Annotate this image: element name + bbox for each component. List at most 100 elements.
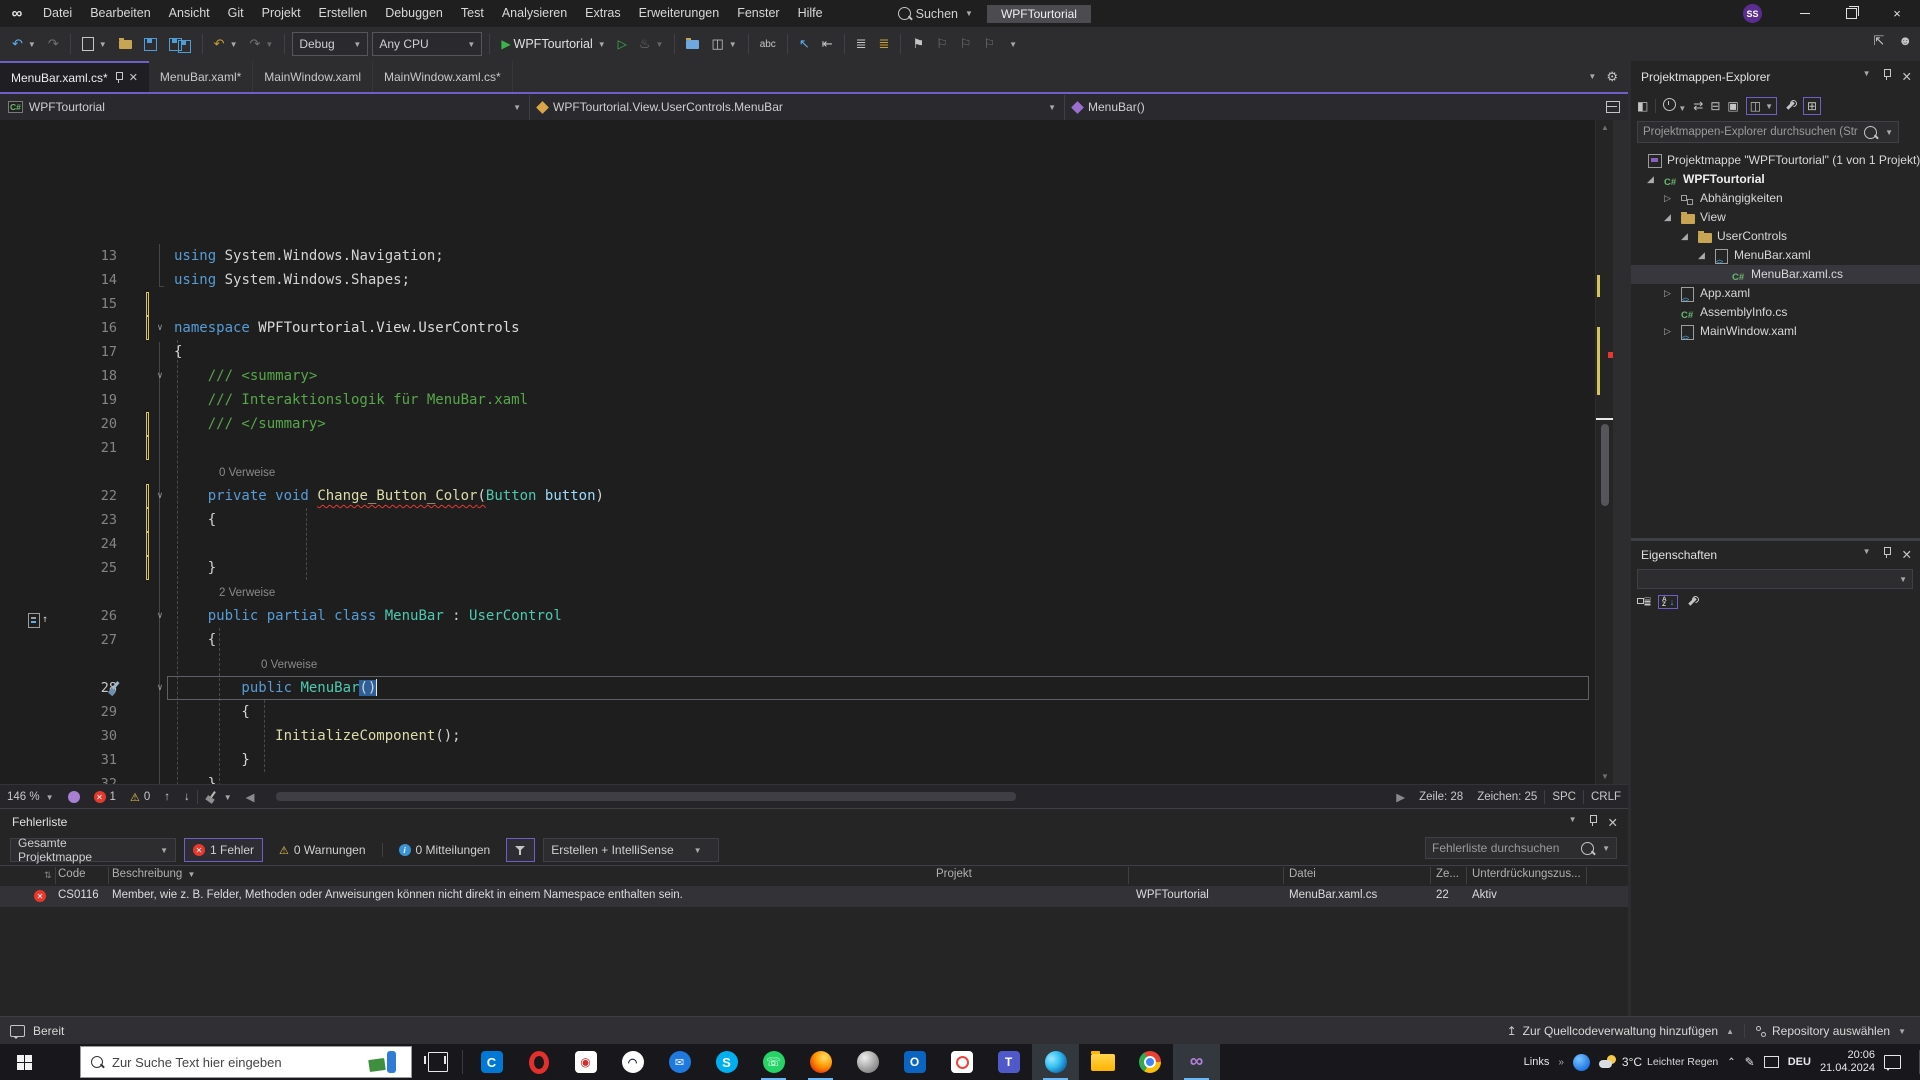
pending-changes-filter-icon[interactable]: ▼ [1663, 98, 1686, 114]
column-header[interactable]: Unterdrückungszus... [1472, 868, 1581, 880]
pin-icon[interactable] [1883, 69, 1891, 80]
tree-item-menubar-xaml[interactable]: ◢ MenuBar.xaml [1631, 246, 1920, 272]
file-nesting-icon[interactable]: ◫ ▼ [1745, 97, 1777, 115]
navigate-forward-button[interactable]: ↷ [44, 32, 63, 56]
menu-item-datei[interactable]: Datei [34, 0, 81, 27]
select-repository-button[interactable]: Repository auswählen ▼ [1755, 1024, 1906, 1038]
live-share-icon[interactable]: ⇱ [1873, 33, 1884, 49]
code-line[interactable]: 18 ∨ /// <summary> [0, 364, 1595, 388]
code-health-icon[interactable] [61, 785, 87, 809]
code-line[interactable]: 20 /// </summary> [0, 412, 1595, 436]
codelens-references[interactable]: 2 Verweise [219, 581, 275, 605]
clear-bookmarks-button[interactable]: ⚐ [979, 32, 999, 56]
restore-button[interactable] [1828, 0, 1874, 27]
collapse-chevron-icon[interactable]: ∨ [152, 484, 168, 508]
tab-mainwindowxamlcs[interactable]: MainWindow.xaml.cs* [373, 61, 513, 92]
code-line[interactable]: ↑ 26 ∨ public partial class MenuBar : User… [0, 604, 1595, 628]
taskbar-app-edge[interactable] [1032, 1044, 1079, 1080]
tab-menubarxaml[interactable]: MenuBar.xaml* [149, 61, 254, 92]
breadcrumb-project[interactable]: C# WPFTourtorial ▼ [0, 94, 530, 120]
code-line[interactable]: 24 [0, 532, 1595, 556]
code-line[interactable]: 21 [0, 436, 1595, 460]
taskbar-app-sphere-app[interactable] [844, 1044, 891, 1080]
code-line[interactable]: 30 InitializeComponent(); [0, 724, 1595, 748]
menu-item-fenster[interactable]: Fenster [728, 0, 788, 27]
close-icon[interactable]: ✕ [1902, 547, 1912, 562]
menu-item-git[interactable]: Git [219, 0, 253, 27]
display-icon[interactable] [1763, 1056, 1779, 1068]
code-line[interactable]: 23 { [0, 508, 1595, 532]
toolbar-overflow-button[interactable]: ▼ [1003, 32, 1021, 56]
pin-icon[interactable] [115, 72, 123, 83]
menu-item-projekt[interactable]: Projekt [253, 0, 310, 27]
close-icon[interactable]: ✕ [1608, 815, 1618, 830]
code-line[interactable]: 25 } [0, 556, 1595, 580]
previous-issue-button[interactable]: ↑ [157, 785, 177, 809]
menu-item-bearbeiten[interactable]: Bearbeiten [81, 0, 159, 27]
alphabetical-sort-icon[interactable]: A Z ↓ [1658, 595, 1679, 609]
next-bookmark-button[interactable]: ⚐ [956, 32, 976, 56]
code-line[interactable]: 17 { [0, 340, 1595, 364]
link-favicon[interactable] [1572, 1053, 1590, 1071]
chevron-expanded-icon[interactable]: ◢ [1681, 227, 1688, 246]
hscrollbar-thumb[interactable] [275, 792, 1016, 801]
collapse-chevron-icon[interactable]: ∨ [152, 604, 168, 628]
tree-item-mainwindow-xaml[interactable]: ▷ MainWindow.xaml [1631, 322, 1920, 348]
pin-icon[interactable] [1589, 815, 1597, 826]
warnings-filter-button[interactable]: ⚠ 0 Warnungen [271, 839, 373, 861]
collapse-all-icon[interactable]: ⊟ [1710, 99, 1720, 113]
chevron-collapsed-icon[interactable]: ▷ [1664, 322, 1671, 341]
codelens-references[interactable]: 0 Verweise [261, 653, 317, 677]
close-icon[interactable]: ✕ [129, 71, 138, 84]
code-line[interactable]: 14 using System.Windows.Shapes; [0, 268, 1595, 292]
close-icon[interactable]: ✕ [1902, 69, 1912, 84]
spell-check-button[interactable]: abc [756, 32, 780, 56]
code-line[interactable]: 27 { [0, 628, 1595, 652]
chevron-expanded-icon[interactable]: ◢ [1698, 246, 1705, 265]
column-header[interactable]: Beschreibung ▼ [112, 868, 195, 880]
tree-item-assemblyinfo-cs[interactable]: C# AssemblyInfo.cs [1631, 303, 1920, 322]
taskbar-app-anydesk[interactable] [938, 1044, 985, 1080]
taskbar-app-app-c[interactable]: C [468, 1044, 515, 1080]
pin-icon[interactable] [1883, 547, 1891, 558]
menu-item-debuggen[interactable]: Debuggen [376, 0, 452, 27]
messages-filter-button[interactable]: i0 Mitteilungen [391, 839, 499, 861]
menu-item-analysieren[interactable]: Analysieren [493, 0, 576, 27]
filter-button[interactable] [506, 838, 536, 862]
breadcrumb-member[interactable]: MenuBar() [1065, 95, 1581, 120]
save-all-button[interactable] [165, 32, 195, 56]
taskbar-app-chrome[interactable] [1126, 1044, 1173, 1080]
document-outline-button[interactable]: ◫ ▼ [707, 32, 740, 56]
line-ending-mode[interactable]: CRLF [1584, 785, 1628, 809]
chevron-expanded-icon[interactable]: ◢ [1647, 170, 1654, 189]
column-header[interactable]: Datei [1289, 868, 1316, 880]
configuration-combobox[interactable]: Debug ▼ [292, 32, 369, 56]
language-indicator[interactable]: DEU [1788, 1056, 1811, 1068]
code-line[interactable]: 32 } [0, 772, 1595, 784]
taskbar-app-speedtest[interactable]: ◠ [609, 1044, 656, 1080]
menu-item-erweiterungen[interactable]: Erweiterungen [630, 0, 729, 27]
add-to-source-control-button[interactable]: ↥ Zur Quellcodeverwaltung hinzufügen ▲ [1507, 1024, 1734, 1038]
quick-actions-screwdriver-icon[interactable] [107, 681, 122, 696]
pen-icon[interactable]: ✎ [1745, 1055, 1755, 1069]
find-in-files-button[interactable] [682, 32, 703, 56]
previous-bookmark-button[interactable]: ⚐ [932, 32, 952, 56]
menu-item-test[interactable]: Test [452, 0, 493, 27]
decrease-indent-button[interactable]: ≣ [852, 32, 871, 56]
taskbar-search-box[interactable]: Zur Suche Text hier eingeben [80, 1046, 412, 1078]
preview-selected-items-icon[interactable]: ⊞ [1803, 97, 1822, 115]
show-all-files-icon[interactable]: ▣ [1727, 99, 1738, 113]
tree-item-projektmappe-wpftourtorial-1-von-1-projekt-[interactable]: Projektmappe "WPFTourtorial" (1 von 1 Pr… [1631, 151, 1920, 170]
weather-widget[interactable]: 3°C Leichter Regen [1598, 1055, 1718, 1069]
minimize-button[interactable] [1782, 0, 1828, 27]
tab-menubarxamlcs[interactable]: MenuBar.xaml.cs* ✕ [0, 61, 149, 92]
menu-item-extras[interactable]: Extras [576, 0, 629, 27]
collapse-chevron-icon[interactable]: ∨ [152, 676, 168, 700]
undo-button[interactable]: ↶ ▼ [210, 32, 242, 56]
taskbar-app-screen-reader[interactable]: ◉ [562, 1044, 609, 1080]
action-center-icon[interactable] [1884, 1055, 1901, 1071]
task-view-button[interactable] [424, 1052, 448, 1072]
code-line[interactable]: 29 { [0, 700, 1595, 724]
split-window-button[interactable] [1606, 101, 1628, 113]
navigate-cursor-button[interactable]: ↖ [795, 32, 814, 56]
